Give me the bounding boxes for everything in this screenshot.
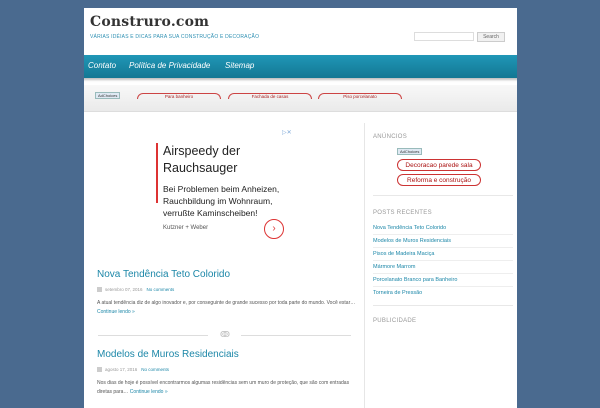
- post-divider: ↂ: [98, 330, 353, 339]
- post-title[interactable]: Nova Tendência Teto Colorido: [97, 269, 230, 280]
- post-excerpt-text: A atual tendência diz de algo inovador e…: [97, 300, 356, 306]
- widget-title-ads: ANÚNCIOS: [373, 134, 408, 140]
- continue-reading-link[interactable]: Continue lendo »: [97, 309, 135, 315]
- ad-link-pill[interactable]: Piso porcelanato: [318, 93, 402, 99]
- recent-post-link[interactable]: Pisos de Madeira Maciça: [373, 251, 434, 257]
- divider-line: [98, 335, 208, 336]
- site-header: Construro.com VÁRIAS IDÉIAS E DICAS PARA…: [84, 8, 517, 58]
- sidebar-ad-link[interactable]: Reforma e construção: [397, 174, 481, 186]
- sidebar: ANÚNCIOS AdChoices Decoracao parede sala…: [364, 123, 517, 408]
- recent-post-link[interactable]: Torneira de Pressão: [373, 290, 422, 296]
- comments-link[interactable]: No comments: [141, 367, 169, 372]
- site-title[interactable]: Construro.com: [90, 14, 209, 30]
- recent-post-separator: [373, 273, 513, 274]
- ad-accent-bar: [156, 143, 158, 203]
- widget-divider: [373, 195, 513, 196]
- nav-item-contato[interactable]: Contato: [88, 61, 116, 70]
- recent-post-link[interactable]: Porcelanato Branco para Banheiro: [373, 277, 457, 283]
- recent-post-separator: [373, 286, 513, 287]
- recent-post-separator: [373, 234, 513, 235]
- calendar-icon: [97, 287, 102, 293]
- post-title[interactable]: Modelos de Muros Residenciais: [97, 349, 239, 360]
- sidebar-ad-link[interactable]: Decoracao parede sala: [397, 159, 481, 171]
- widget-title-recent: POSTS RECENTES: [373, 210, 432, 216]
- ad-headline-line: Airspeedy der: [163, 144, 241, 158]
- post-excerpt: A atual tendência diz de algo inovador e…: [97, 299, 359, 317]
- nav-item-sitemap[interactable]: Sitemap: [225, 61, 254, 70]
- post-meta: agosto 17, 2016 No comments: [97, 367, 169, 373]
- nav-item-privacidade[interactable]: Política de Privacidade: [129, 61, 210, 70]
- display-ad[interactable]: Airspeedy der Rauchsauger Bei Problemen …: [156, 143, 296, 263]
- ad-body-line: Bei Problemen beim Anheizen,: [163, 184, 280, 194]
- widget-title-publicity: PUBLICIDADE: [373, 318, 417, 324]
- page-wrapper: Construro.com VÁRIAS IDÉIAS E DICAS PARA…: [84, 8, 517, 408]
- continue-reading-link[interactable]: Continue lendo »: [130, 389, 168, 395]
- calendar-icon: [97, 367, 102, 373]
- adchoices-badge[interactable]: AdChoices: [397, 148, 423, 155]
- post-date: setembro 07, 2016: [105, 287, 143, 292]
- ad-body-line: verrußte Kaminscheiben!: [163, 208, 258, 218]
- search-input[interactable]: [414, 32, 474, 41]
- main-content: ▷✕ Airspeedy der Rauchsauger Bei Problem…: [84, 123, 364, 408]
- recent-post-separator: [373, 247, 513, 248]
- ad-info-icon[interactable]: ▷✕: [282, 129, 292, 136]
- post-meta: setembro 07, 2016 No comments: [97, 287, 175, 293]
- ad-link-pill[interactable]: Fachada de casas: [228, 93, 312, 99]
- ad-body: Bei Problemen beim Anheizen, Rauchbildun…: [163, 183, 279, 219]
- ad-link-pill[interactable]: Para banheiro: [137, 93, 221, 99]
- ad-brand: Kutzner + Weber: [163, 225, 209, 231]
- adchoices-badge[interactable]: AdChoices: [95, 92, 121, 99]
- widget-divider: [373, 305, 513, 306]
- recent-post-separator: [373, 260, 513, 261]
- main-navigation: Contato Política de Privacidade Sitemap: [84, 55, 517, 78]
- ad-arrow-icon[interactable]: ›: [264, 219, 284, 239]
- ad-headline-line: Rauchsauger: [163, 161, 238, 175]
- post-date: agosto 17, 2016: [105, 367, 138, 372]
- ornament-icon: ↂ: [220, 330, 230, 339]
- recent-post-link[interactable]: Nova Tendência Teto Colorido: [373, 225, 446, 231]
- site-description: VÁRIAS IDÉIAS E DICAS PARA SUA CONSTRUÇÃ…: [90, 34, 260, 40]
- ad-link-strip: AdChoices Para banheiro Fachada de casas…: [84, 85, 517, 112]
- divider-line: [241, 335, 351, 336]
- recent-post-link[interactable]: Mármore Marrom: [373, 264, 415, 270]
- post-excerpt: Nos dias de hoje é possível encontrarmos…: [97, 379, 359, 397]
- search-button[interactable]: Search: [477, 32, 505, 42]
- ad-body-line: Rauchbildung im Wohnraum,: [163, 196, 273, 206]
- recent-post-link[interactable]: Modelos de Muros Residenciais: [373, 238, 451, 244]
- ad-headline[interactable]: Airspeedy der Rauchsauger: [163, 143, 240, 177]
- comments-link[interactable]: No comments: [147, 287, 175, 292]
